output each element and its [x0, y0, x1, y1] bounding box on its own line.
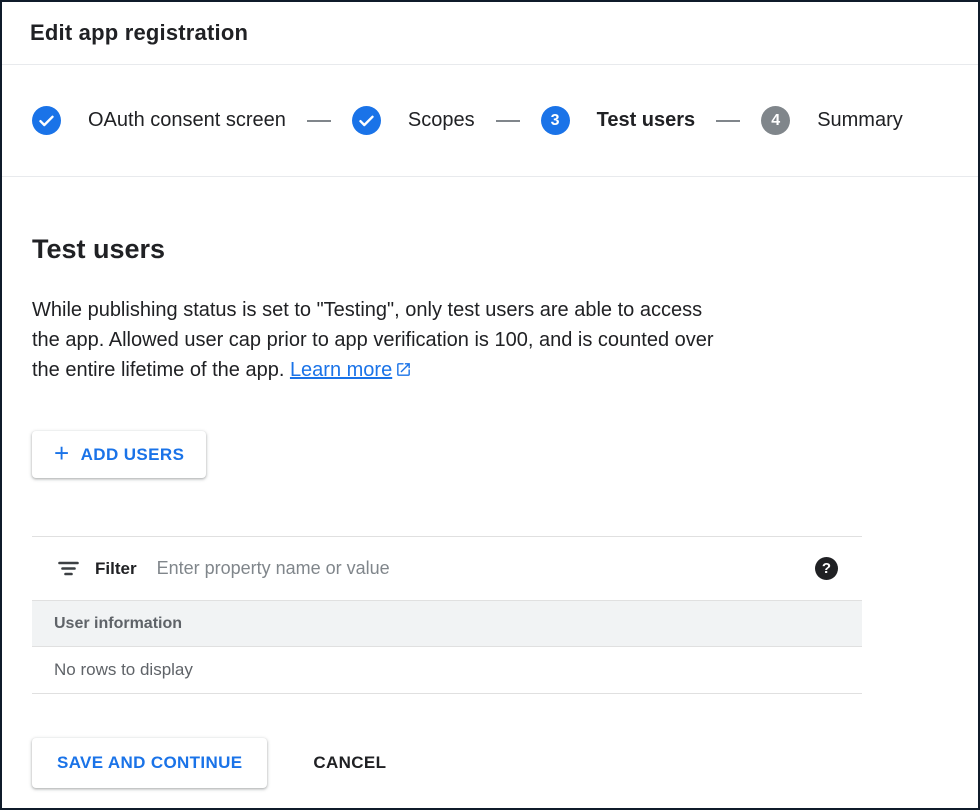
step-connector	[307, 120, 331, 122]
step-test-users[interactable]: 3 Test users	[541, 106, 696, 135]
filter-bar: Filter ?	[32, 536, 862, 600]
step-number-badge: 4	[761, 106, 790, 135]
external-link-icon	[395, 361, 412, 378]
empty-message: No rows to display	[54, 660, 193, 680]
section-heading: Test users	[32, 231, 948, 267]
step-number: 3	[551, 112, 560, 130]
step-connector	[716, 120, 740, 122]
cancel-button[interactable]: CANCEL	[305, 743, 394, 783]
step-connector	[496, 120, 520, 122]
step-label: OAuth consent screen	[88, 109, 286, 132]
description-line: the app. Allowed user cap prior to app v…	[32, 325, 888, 355]
save-and-continue-button[interactable]: SAVE AND CONTINUE	[32, 738, 267, 788]
learn-more-link[interactable]: Learn more	[290, 359, 412, 381]
test-users-table: Filter ? User information No rows to dis…	[32, 536, 862, 694]
step-number-badge: 3	[541, 106, 570, 135]
table-empty-row: No rows to display	[32, 647, 862, 694]
step-complete-check-icon	[32, 106, 61, 135]
step-summary[interactable]: 4 Summary	[761, 106, 903, 135]
step-complete-check-icon	[352, 106, 381, 135]
description-line: the entire lifetime of the app.	[32, 359, 284, 381]
filter-icon	[58, 559, 79, 578]
description-text: While publishing status is set to "Testi…	[32, 295, 888, 385]
step-label: Summary	[817, 109, 903, 132]
step-oauth-consent-screen[interactable]: OAuth consent screen	[32, 106, 286, 135]
help-icon[interactable]: ?	[815, 557, 838, 580]
step-label-active: Test users	[597, 109, 696, 132]
column-header-user-information: User information	[54, 615, 182, 633]
step-label: Scopes	[408, 109, 475, 132]
step-scopes[interactable]: Scopes	[352, 106, 475, 135]
stepper: OAuth consent screen Scopes 3 Test users…	[2, 65, 978, 177]
table-header-row: User information	[32, 600, 862, 647]
edit-app-registration-page: Edit app registration OAuth consent scre…	[0, 0, 980, 810]
filter-label: Filter	[95, 559, 137, 579]
filter-input[interactable]	[157, 558, 801, 579]
plus-icon: +	[54, 440, 70, 466]
add-users-button[interactable]: + ADD USERS	[32, 431, 206, 478]
titlebar: Edit app registration	[2, 2, 978, 65]
bottom-actions: SAVE AND CONTINUE CANCEL	[32, 738, 948, 788]
description-line: While publishing status is set to "Testi…	[32, 295, 888, 325]
content-area: Test users While publishing status is se…	[2, 231, 978, 788]
page-title: Edit app registration	[30, 20, 248, 46]
step-number: 4	[771, 112, 780, 130]
